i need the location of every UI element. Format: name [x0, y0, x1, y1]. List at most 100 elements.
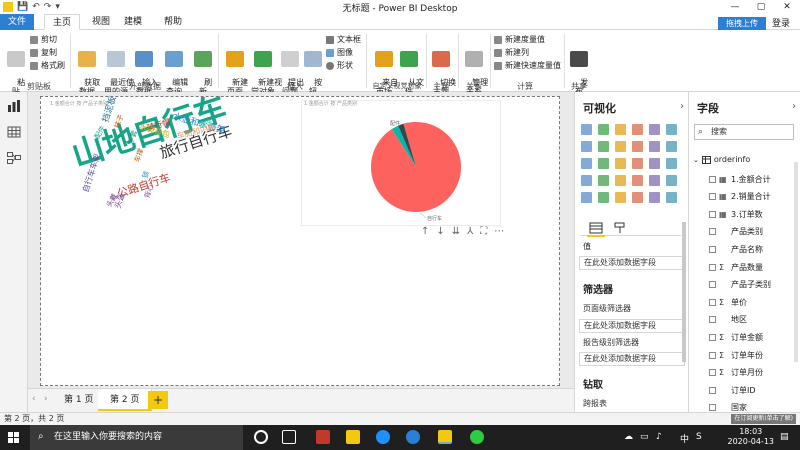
field-checkbox[interactable]	[709, 404, 716, 412]
field-checkbox[interactable]	[709, 245, 716, 253]
field-checkbox[interactable]	[709, 298, 716, 306]
field-checkbox[interactable]	[709, 263, 716, 271]
visual-type-icon[interactable]	[615, 192, 626, 203]
visual-type-icon[interactable]	[615, 175, 626, 186]
drill-down-icon[interactable]: ↓	[436, 226, 444, 237]
visual-type-icon[interactable]	[666, 124, 677, 135]
visual-type-icon[interactable]	[632, 158, 643, 169]
next-page-icon[interactable]: ›	[44, 394, 48, 404]
field-item[interactable]: ▦ 1.金额合计	[709, 173, 771, 185]
tray-volume-icon[interactable]: ♪	[656, 432, 662, 442]
field-item[interactable]: 地区	[709, 314, 747, 326]
visual-type-icon[interactable]	[632, 192, 643, 203]
visual-type-icon[interactable]	[632, 175, 643, 186]
shapes-button[interactable]: 形状	[326, 60, 353, 71]
taskbar-clock[interactable]: 18:03 2020-04-13	[728, 427, 775, 447]
field-item[interactable]: 产品类别	[709, 226, 763, 238]
values-drop-zone[interactable]: 在此处添加数据字段	[579, 256, 685, 270]
table-orderinfo[interactable]: ⌄ orderinfo	[693, 155, 750, 164]
field-checkbox[interactable]	[709, 228, 716, 236]
visual-type-icon[interactable]	[581, 124, 592, 135]
field-checkbox[interactable]	[709, 210, 716, 218]
visual-type-icon[interactable]	[615, 124, 626, 135]
field-item[interactable]: Σ 订单月份	[709, 367, 763, 379]
field-item[interactable]: 订单ID	[709, 384, 756, 396]
field-checkbox[interactable]	[709, 333, 716, 341]
visual-type-icon[interactable]	[666, 175, 677, 186]
drill-up-icon[interactable]: ↑	[421, 226, 429, 237]
field-item[interactable]: Σ 订单年份	[709, 349, 763, 361]
field-item[interactable]: 产品名称	[709, 243, 763, 255]
notifications-icon[interactable]: ▤	[780, 432, 789, 442]
more-options-icon[interactable]: ⋯	[494, 226, 504, 237]
login-link[interactable]: 登录	[772, 16, 790, 29]
expand-chevron-icon[interactable]: ⌄	[693, 156, 699, 164]
tray-network-icon[interactable]: ▭	[640, 432, 649, 442]
tray-cloud-icon[interactable]: ☁	[624, 432, 633, 442]
page-tab-2[interactable]: 第 2 页	[98, 389, 153, 411]
field-checkbox[interactable]	[709, 316, 716, 324]
task-view-icon[interactable]	[282, 430, 296, 444]
visual-type-icon[interactable]	[598, 158, 609, 169]
report-page[interactable]: 1.金额合计 按 产品子类别 山地自行车 旅行自行车 公路自行车 水壶和水壶架 自行车车…	[40, 89, 560, 386]
visual-type-icon[interactable]	[615, 141, 626, 152]
visual-type-icon[interactable]	[598, 124, 609, 135]
new-quick-measure-button[interactable]: 新建快速度量值	[494, 60, 561, 71]
field-checkbox[interactable]	[709, 386, 716, 394]
field-checkbox[interactable]	[709, 281, 716, 289]
field-checkbox[interactable]	[709, 193, 716, 201]
focus-mode-icon[interactable]: ⛶	[480, 226, 487, 237]
field-item[interactable]: Σ 产品数量	[709, 261, 763, 273]
page-filters-drop-zone[interactable]: 在此处添加数据字段	[579, 319, 685, 333]
ime-mode-indicator[interactable]: S	[696, 432, 702, 442]
tab-help[interactable]: 帮助	[156, 14, 190, 30]
cortana-icon[interactable]	[254, 430, 268, 444]
fields-scrollbar[interactable]	[794, 162, 798, 362]
add-page-button[interactable]: +	[148, 391, 168, 409]
visual-type-icon[interactable]	[666, 192, 677, 203]
word-cloud-visual[interactable]: 1.金额合计 按 产品子类别 山地自行车 旅行自行车 公路自行车 水壶和水壶架 自行车车…	[47, 89, 277, 220]
visual-type-icon[interactable]	[649, 124, 660, 135]
text-box-button[interactable]: 文本框	[326, 34, 361, 45]
field-checkbox[interactable]	[709, 175, 716, 183]
close-button[interactable]: ✕	[774, 0, 800, 14]
tab-home[interactable]: 主页	[44, 14, 81, 30]
format-paint-roller-icon[interactable]	[613, 222, 627, 234]
field-checkbox[interactable]	[709, 369, 716, 377]
pie-chart-visual[interactable]: 1.金额合计 按 产品类别 配件 自行车	[301, 100, 501, 226]
word-cloud-word[interactable]: 背心	[143, 184, 155, 200]
field-item[interactable]: Σ 单价	[709, 296, 747, 308]
powerbi-taskbar-icon[interactable]	[438, 430, 452, 444]
visual-type-icon[interactable]	[649, 158, 660, 169]
tab-modeling[interactable]: 建模	[116, 14, 150, 30]
ime-indicator[interactable]: 中	[680, 432, 689, 445]
hierarchy-icon[interactable]: ⅄	[467, 226, 473, 237]
prev-page-icon[interactable]: ‹	[32, 394, 36, 404]
windows-start-icon[interactable]	[8, 432, 19, 443]
new-measure-button[interactable]: 新建度量值	[494, 34, 545, 45]
collapse-fields-icon[interactable]: ›	[792, 101, 796, 112]
visual-type-icon[interactable]	[598, 192, 609, 203]
visualizations-scrollbar[interactable]	[682, 222, 686, 362]
cut-button[interactable]: 剪切	[30, 34, 57, 45]
format-painter-button[interactable]: 格式刷	[30, 60, 65, 71]
field-item[interactable]: ▦ 2.销量合计	[709, 191, 771, 203]
update-notice[interactable]: 在订阅更新(单击了解)	[731, 414, 796, 424]
visual-type-icon[interactable]	[581, 141, 592, 152]
new-column-button[interactable]: 新建列	[494, 47, 529, 58]
file-explorer-icon[interactable]	[346, 430, 360, 444]
field-checkbox[interactable]	[709, 351, 716, 359]
visual-type-icon[interactable]	[649, 175, 660, 186]
visual-type-icon[interactable]	[649, 192, 660, 203]
model-view-icon[interactable]	[7, 152, 21, 164]
visual-type-icon[interactable]	[581, 175, 592, 186]
data-view-icon[interactable]	[7, 126, 21, 138]
visual-type-icon[interactable]	[649, 141, 660, 152]
image-button[interactable]: 图像	[326, 47, 353, 58]
minimize-button[interactable]: —	[722, 0, 748, 14]
visual-type-icon[interactable]	[666, 158, 677, 169]
taskbar-search-input[interactable]: 在这里输入你要搜索的内容	[30, 425, 243, 450]
visual-type-icon[interactable]	[581, 192, 592, 203]
tab-file[interactable]: 文件	[0, 14, 34, 30]
visual-type-icon[interactable]	[598, 175, 609, 186]
